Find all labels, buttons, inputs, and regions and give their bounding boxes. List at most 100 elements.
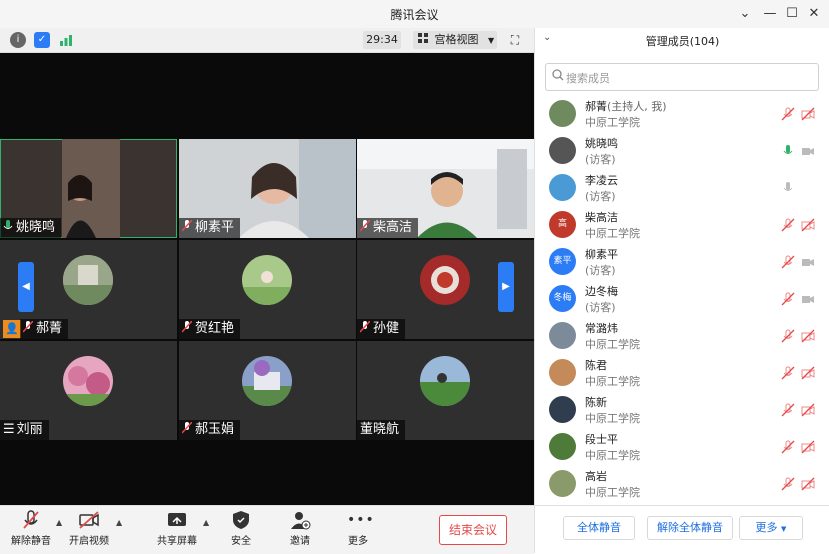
avatar [63, 356, 113, 406]
member-avatar [549, 137, 576, 164]
member-mic-icon[interactable] [781, 218, 795, 232]
signal-icon[interactable] [58, 32, 74, 48]
invite-button[interactable]: 邀请 [284, 510, 316, 547]
member-mic-icon[interactable] [781, 255, 795, 269]
member-row[interactable]: 常潞炜 中原工学院 [535, 317, 829, 354]
chevron-down-icon: ▼ [488, 36, 495, 45]
participant-name: 姚晓鸣 [16, 220, 56, 235]
avatar [242, 255, 292, 305]
member-avatar [549, 396, 576, 423]
member-row[interactable]: 陈君 中原工学院 [535, 354, 829, 391]
member-row[interactable]: 素平 柳素平 (访客) [535, 243, 829, 280]
member-video-icon[interactable] [801, 107, 815, 121]
page-next-button[interactable]: ▶ [498, 262, 514, 312]
member-mic-icon[interactable] [781, 366, 795, 380]
shield-icon[interactable]: ✓ [34, 32, 50, 48]
name-bar: 姚晓鸣 [0, 218, 62, 238]
video-tile[interactable]: 姚晓鸣 [0, 139, 177, 238]
video-tile[interactable]: ▶ 孙健 [357, 240, 534, 339]
more-button[interactable]: ••• 更多 [342, 510, 374, 547]
chevron-up-icon[interactable]: ▲ [56, 518, 62, 527]
members-panel: ⌄ 管理成员(104) 搜索成员 郝菁(主持人, 我) 中原工学院 姚晓鸣 (访客) 李… [534, 28, 829, 554]
video-tile[interactable]: 柳素平 [179, 139, 356, 238]
close-icon[interactable]: ✕ [804, 4, 824, 24]
member-avatar: 素平 [549, 248, 576, 275]
member-mic-icon[interactable] [781, 144, 795, 158]
member-mic-icon[interactable] [781, 440, 795, 454]
member-mic-icon[interactable] [781, 107, 795, 121]
member-video-icon[interactable] [801, 144, 815, 158]
member-row[interactable]: 冬梅 边冬梅 (访客) [535, 280, 829, 317]
member-row[interactable]: 段士平 中原工学院 [535, 428, 829, 465]
member-video-icon[interactable] [801, 440, 815, 454]
name-bar: ☰ 刘丽 [0, 420, 49, 440]
title-bar: 腾讯会议 ⌄ — ☐ ✕ [0, 0, 829, 29]
participant-name: 董晓航 [360, 422, 400, 437]
toolbar-label: 邀请 [290, 536, 310, 547]
chevron-up-icon[interactable]: ▲ [116, 518, 122, 527]
video-tile[interactable]: 贺红艳 [179, 240, 356, 339]
toolbar-label: 开启视频 [69, 536, 109, 547]
member-mic-icon[interactable] [781, 403, 795, 417]
member-mic-icon[interactable] [781, 477, 795, 491]
member-mic-icon[interactable] [781, 181, 795, 195]
avatar [63, 255, 113, 305]
mute-all-button[interactable]: 全体静音 [563, 516, 635, 540]
toolbar-label: 安全 [231, 536, 251, 547]
member-mic-icon[interactable] [781, 329, 795, 343]
member-row[interactable]: 陈新 中原工学院 [535, 391, 829, 428]
member-name: 郝菁 [585, 100, 607, 113]
member-video-icon[interactable] [801, 218, 815, 232]
member-video-icon[interactable] [801, 366, 815, 380]
view-mode-label: 宫格视图 [434, 33, 479, 46]
security-button[interactable]: 安全 [225, 510, 257, 547]
member-row[interactable]: 姚晓鸣 (访客) [535, 132, 829, 169]
member-avatar [549, 174, 576, 201]
video-tile[interactable]: ◀ 👤 郝菁 [0, 240, 177, 339]
collapse-icon[interactable]: ⌄ [735, 4, 755, 24]
member-video-icon[interactable] [801, 403, 815, 417]
more-options-button[interactable]: 更多 ▼ [739, 516, 803, 540]
participant-name: 柳素平 [195, 220, 235, 235]
invite-icon [289, 510, 311, 530]
member-name-line: 陈君 [585, 357, 607, 373]
member-row[interactable]: 高柴高洁 中原工学院 [535, 206, 829, 243]
avatar [420, 255, 470, 305]
member-video-icon[interactable] [801, 329, 815, 343]
member-row[interactable]: 李凌云 (访客) [535, 169, 829, 206]
member-avatar [549, 359, 576, 386]
fullscreen-icon[interactable]: ⛶ [506, 31, 524, 49]
participant-name: 孙健 [373, 321, 400, 336]
menu-icon: ☰ [3, 422, 15, 437]
unmute-button[interactable]: 解除静音 [10, 510, 52, 547]
start-video-button[interactable]: 开启视频 [68, 510, 110, 547]
member-search-input[interactable]: 搜索成员 [545, 63, 819, 91]
video-tile[interactable]: 董晓航 [357, 341, 534, 440]
member-video-icon[interactable] [801, 255, 815, 269]
member-mic-icon[interactable] [781, 292, 795, 306]
name-bar: 柳素平 [179, 218, 241, 238]
minimize-icon[interactable]: — [760, 4, 780, 24]
video-tile[interactable]: ☰ 刘丽 [0, 341, 177, 440]
member-row[interactable]: 高岩 中原工学院 [535, 465, 829, 502]
view-mode-dropdown[interactable]: 宫格视图 ▼ [413, 31, 497, 49]
more-options-label: 更多 [755, 521, 778, 534]
unmute-all-button[interactable]: 解除全体静音 [647, 516, 733, 540]
video-tile[interactable]: 郝玉娟 [179, 341, 356, 440]
chevron-up-icon[interactable]: ▲ [203, 518, 209, 527]
info-icon[interactable]: i [10, 32, 26, 48]
share-screen-button[interactable]: 共享屏幕 [155, 510, 199, 547]
member-avatar: 冬梅 [549, 285, 576, 312]
member-row[interactable]: 郝菁(主持人, 我) 中原工学院 [535, 95, 829, 132]
end-meeting-button[interactable]: 结束会议 [439, 515, 507, 545]
search-icon [552, 69, 564, 84]
member-video-icon[interactable] [801, 292, 815, 306]
member-video-icon[interactable] [801, 477, 815, 491]
video-tile[interactable]: 柴高洁 [357, 139, 534, 238]
member-org: 中原工学院 [585, 375, 640, 388]
mic-muted-icon [359, 320, 371, 333]
member-video-icon[interactable] [801, 181, 815, 195]
name-bar: 孙健 [357, 319, 406, 339]
maximize-icon[interactable]: ☐ [782, 4, 802, 24]
page-prev-button[interactable]: ◀ [18, 262, 34, 312]
